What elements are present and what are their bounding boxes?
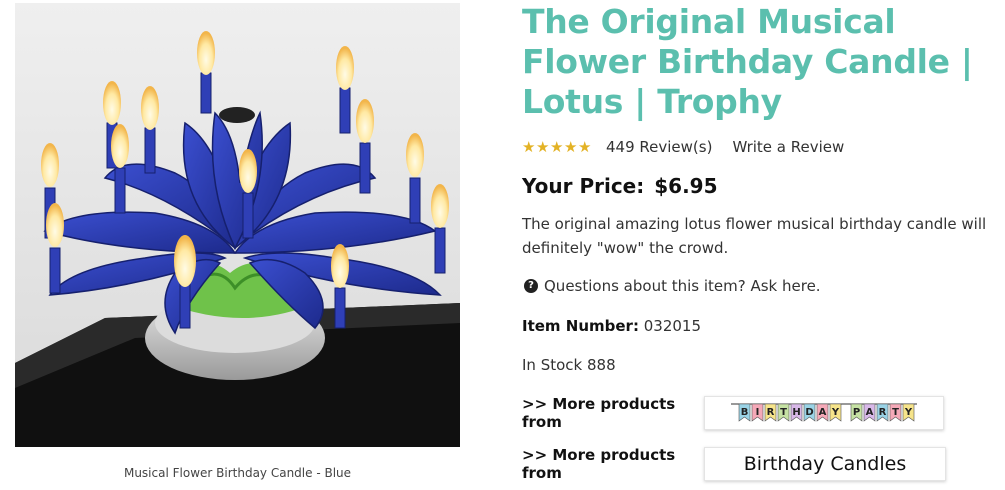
svg-text:I: I (756, 407, 760, 418)
lotus-candle-illustration (15, 3, 460, 447)
product-image[interactable] (15, 3, 460, 447)
svg-text:Y: Y (904, 407, 913, 418)
svg-text:Y: Y (831, 407, 840, 418)
banner-flag: A (816, 403, 829, 422)
product-description: The original amazing lotus flower musica… (522, 215, 987, 257)
banner-flag: Y (829, 403, 842, 422)
more-products-row: >> More products from BIRTHDAYPARTY (522, 395, 944, 431)
banner-flag: T (889, 403, 902, 422)
svg-text:D: D (805, 407, 813, 418)
banner-flag: Y (902, 403, 915, 422)
reviews-link[interactable]: 449 Review(s) (606, 138, 712, 156)
star-icon: ★ (536, 137, 550, 156)
write-review-link[interactable]: Write a Review (732, 138, 844, 156)
birthday-party-banner: BIRTHDAYPARTY (731, 403, 917, 422)
birthday-candles-category-link[interactable]: Birthday Candles (704, 447, 946, 481)
svg-text:R: R (767, 407, 775, 418)
image-caption: Musical Flower Birthday Candle - Blue (123, 466, 352, 480)
more-products-label: >> More products from (522, 395, 676, 431)
questions-label: Questions about this item? Ask here. (544, 277, 821, 295)
star-icon: ★ (522, 137, 536, 156)
banner-flag: R (764, 403, 777, 422)
question-circle-icon: ? (524, 279, 538, 293)
price-label: Your Price: (522, 174, 645, 198)
banner-flag: I (751, 403, 764, 422)
svg-text:B: B (741, 407, 749, 418)
banner-flag: D (803, 403, 816, 422)
more-products-row: >> More products from Birthday Candles (522, 446, 946, 482)
questions-link[interactable]: ? Questions about this item? Ask here. (524, 277, 821, 295)
svg-text:A: A (866, 407, 874, 418)
svg-text:P: P (853, 407, 860, 418)
star-icon: ★ (550, 137, 564, 156)
svg-text:R: R (879, 407, 887, 418)
stock-status: In Stock 888 (522, 356, 616, 374)
banner-flag: A (863, 403, 876, 422)
svg-text:T: T (780, 407, 787, 418)
rating-row: ★ ★ ★ ★ ★ 449 Review(s) Write a Review (522, 137, 844, 157)
item-number: Item Number: 032015 (522, 317, 701, 335)
product-title: The Original Musical Flower Birthday Can… (522, 2, 973, 121)
star-icon: ★ (578, 137, 592, 156)
price-row: Your Price: $6.95 (522, 174, 718, 198)
item-number-value: 032015 (643, 317, 701, 335)
svg-text:T: T (892, 407, 899, 418)
item-number-label: Item Number: (522, 317, 639, 335)
price-value: $6.95 (654, 174, 718, 198)
banner-flag: P (850, 403, 863, 422)
banner-flag: B (738, 403, 751, 422)
banner-flag: H (790, 403, 803, 422)
birthday-party-category-link[interactable]: BIRTHDAYPARTY (704, 396, 944, 430)
star-icon: ★ (564, 137, 578, 156)
svg-text:A: A (819, 407, 827, 418)
banner-flag: T (777, 403, 790, 422)
star-rating: ★ ★ ★ ★ ★ (522, 137, 592, 156)
svg-text:H: H (792, 407, 800, 418)
more-products-label: >> More products from (522, 446, 676, 482)
banner-flag: R (876, 403, 889, 422)
